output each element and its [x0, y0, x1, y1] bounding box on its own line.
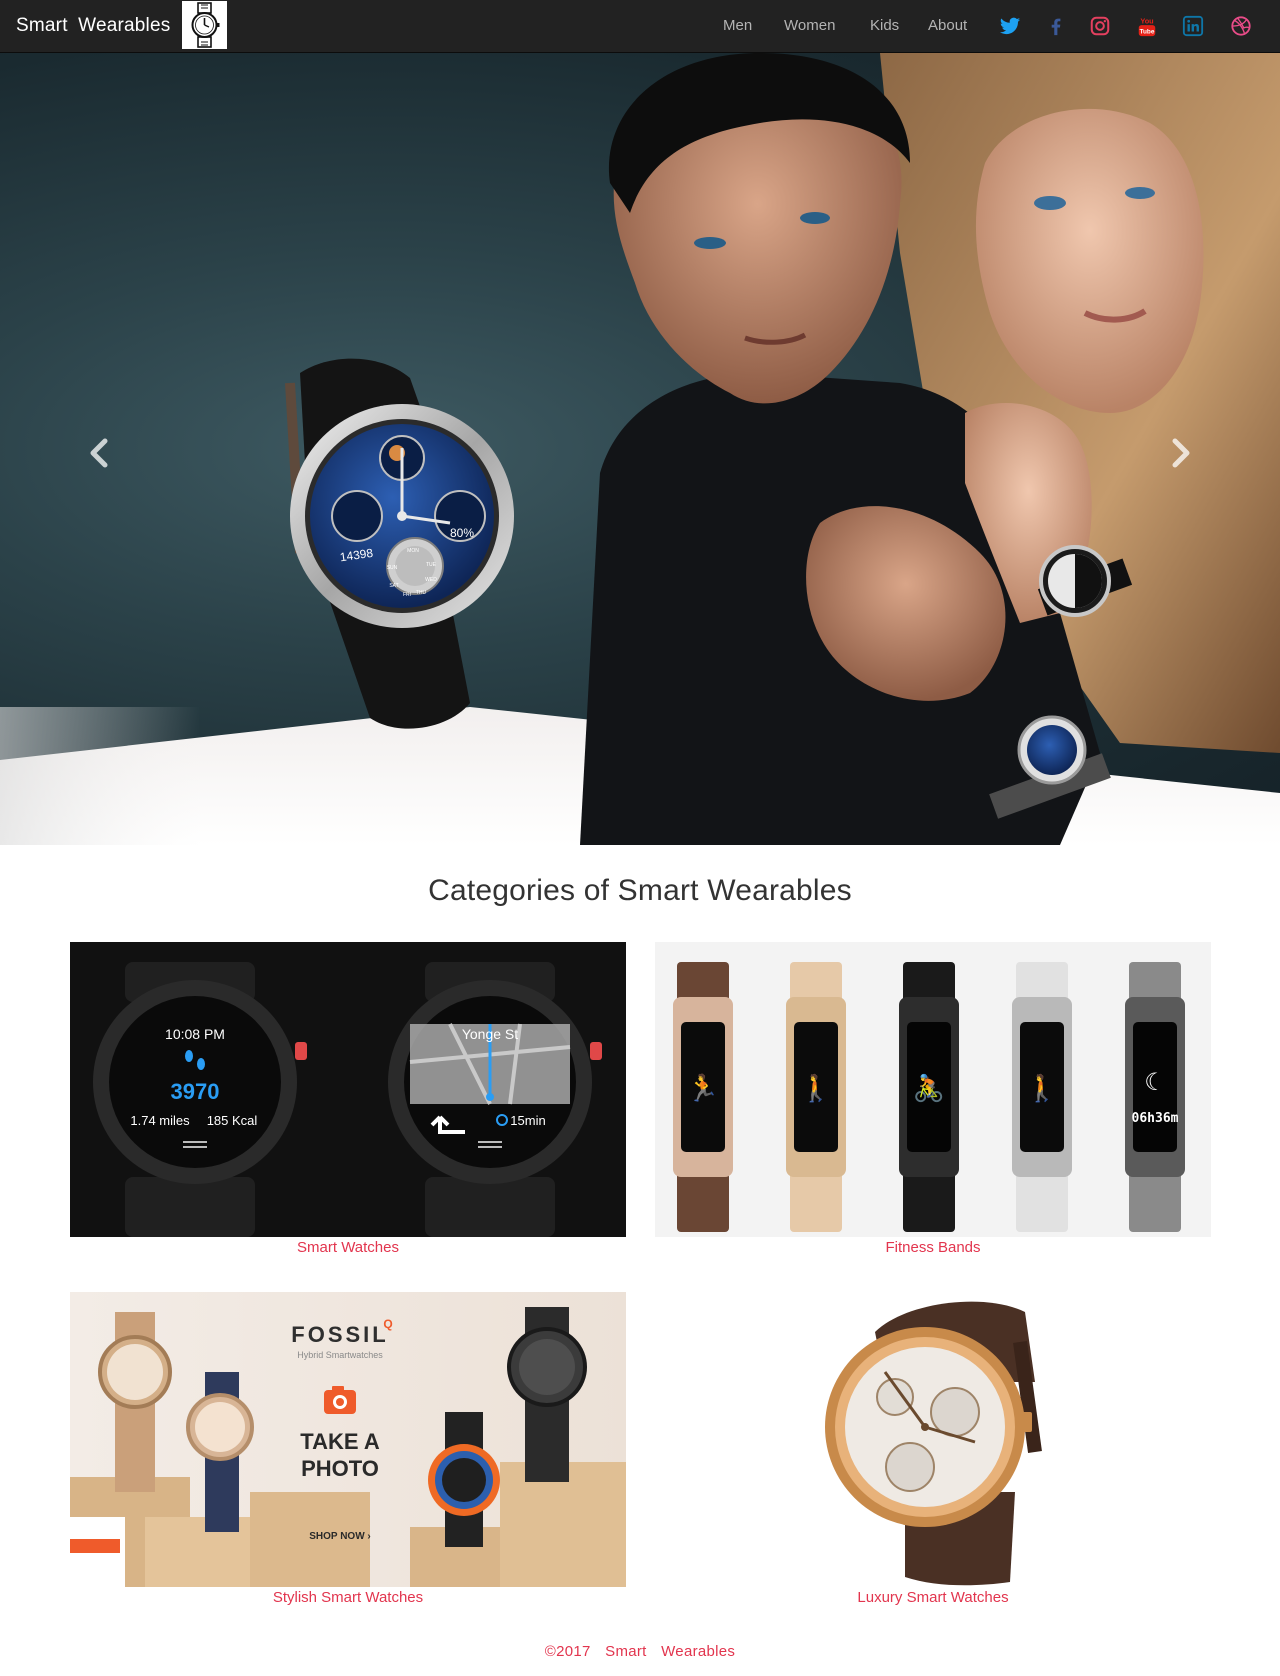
youtube-icon[interactable]: You Tube: [1136, 15, 1158, 37]
smartwatch-time: 10:08 PM: [165, 1026, 225, 1042]
hero-watch-day-tue: TUE: [426, 562, 437, 568]
instagram-icon[interactable]: [1089, 15, 1111, 37]
hero-scene: 14398 80% MON TUE WED THU FRI SAT SUN: [0, 53, 1280, 845]
navigation-street: Yonge St: [462, 1026, 518, 1042]
categories-heading: Categories of Smart Wearables: [428, 874, 852, 907]
chevron-left-icon: [90, 438, 108, 468]
category-tile-smart-watches[interactable]: 10:08 PM 3970 1.74 miles 185 Kcal Yonge …: [70, 942, 626, 1237]
hero-watch-battery: 80%: [450, 526, 474, 540]
top-navbar: Smart Wearables Men Women Kids About You…: [0, 0, 1280, 53]
dribbble-icon[interactable]: [1230, 15, 1252, 37]
chevron-right-icon: [1172, 438, 1190, 468]
promo-headline-2: PHOTO: [301, 1456, 379, 1481]
moon-icon: ☾: [1144, 1068, 1166, 1096]
shop-now-link[interactable]: SHOP NOW ›: [309, 1531, 370, 1542]
category-tile-fitness-bands[interactable]: 🏃 🚶 🚴 🚶 ☾ 06h36m: [655, 942, 1211, 1237]
fossil-subtitle: Hybrid Smartwatches: [297, 1350, 383, 1360]
smartwatch-steps: 3970: [171, 1079, 220, 1104]
fossil-q-mark: Q: [383, 1317, 392, 1331]
footer-copyright: ©2017 Smart Wearables: [544, 1643, 736, 1660]
camera-icon: [324, 1386, 356, 1414]
nav-link-kids[interactable]: Kids: [870, 17, 899, 34]
category-label-stylish-smart-watches[interactable]: Stylish Smart Watches: [70, 1589, 626, 1606]
climbing-icon: 🚶: [1026, 1073, 1058, 1104]
hero-watch-day-fri: FRI: [403, 592, 411, 598]
brand-name[interactable]: Smart Wearables: [16, 15, 170, 37]
band-sleep-time: 06h36m: [1132, 1111, 1179, 1126]
svg-text:Tube: Tube: [1140, 28, 1155, 35]
category-tile-stylish-smart-watches[interactable]: FOSSIL Q Hybrid Smartwatches TAKE A PHOT…: [70, 1292, 626, 1587]
facebook-icon[interactable]: [1045, 15, 1067, 37]
nav-link-men[interactable]: Men: [723, 17, 752, 34]
svg-text:You: You: [1140, 16, 1153, 25]
promo-headline-1: TAKE A: [300, 1429, 380, 1454]
cycling-icon: 🚴: [913, 1073, 945, 1104]
hero-watch-day-sun: SUN: [387, 565, 398, 571]
category-label-luxury-smart-watches[interactable]: Luxury Smart Watches: [655, 1589, 1211, 1606]
nav-link-about[interactable]: About: [928, 17, 967, 34]
hero-carousel: 14398 80% MON TUE WED THU FRI SAT SUN: [0, 53, 1280, 845]
running-icon: 🏃: [687, 1073, 719, 1104]
hero-watch-day-mon: MON: [407, 548, 419, 554]
nav-link-women[interactable]: Women: [784, 17, 835, 34]
fossil-brand: FOSSIL: [291, 1322, 388, 1347]
smartwatch-calories: 185 Kcal: [207, 1113, 258, 1128]
navigation-eta: 15min: [510, 1113, 545, 1128]
linkedin-icon[interactable]: [1182, 15, 1204, 37]
category-label-fitness-bands[interactable]: Fitness Bands: [655, 1239, 1211, 1256]
hero-watch: 14398 80% MON TUE WED THU FRI SAT SUN: [285, 358, 514, 729]
category-label-smart-watches[interactable]: Smart Watches: [70, 1239, 626, 1256]
hero-watch-day-thu: THU: [416, 590, 427, 596]
twitter-icon[interactable]: [999, 15, 1021, 37]
walking-icon: 🚶: [800, 1073, 832, 1104]
carousel-next-button[interactable]: [1150, 423, 1210, 483]
smartwatch-distance: 1.74 miles: [130, 1113, 190, 1128]
hero-watch-day-sat: SAT: [389, 583, 398, 589]
watch-logo-icon[interactable]: [182, 1, 227, 49]
category-tile-luxury-smart-watches[interactable]: [655, 1292, 1211, 1587]
hero-watch-day-wed: WED: [425, 577, 437, 583]
carousel-prev-button[interactable]: [70, 423, 130, 483]
